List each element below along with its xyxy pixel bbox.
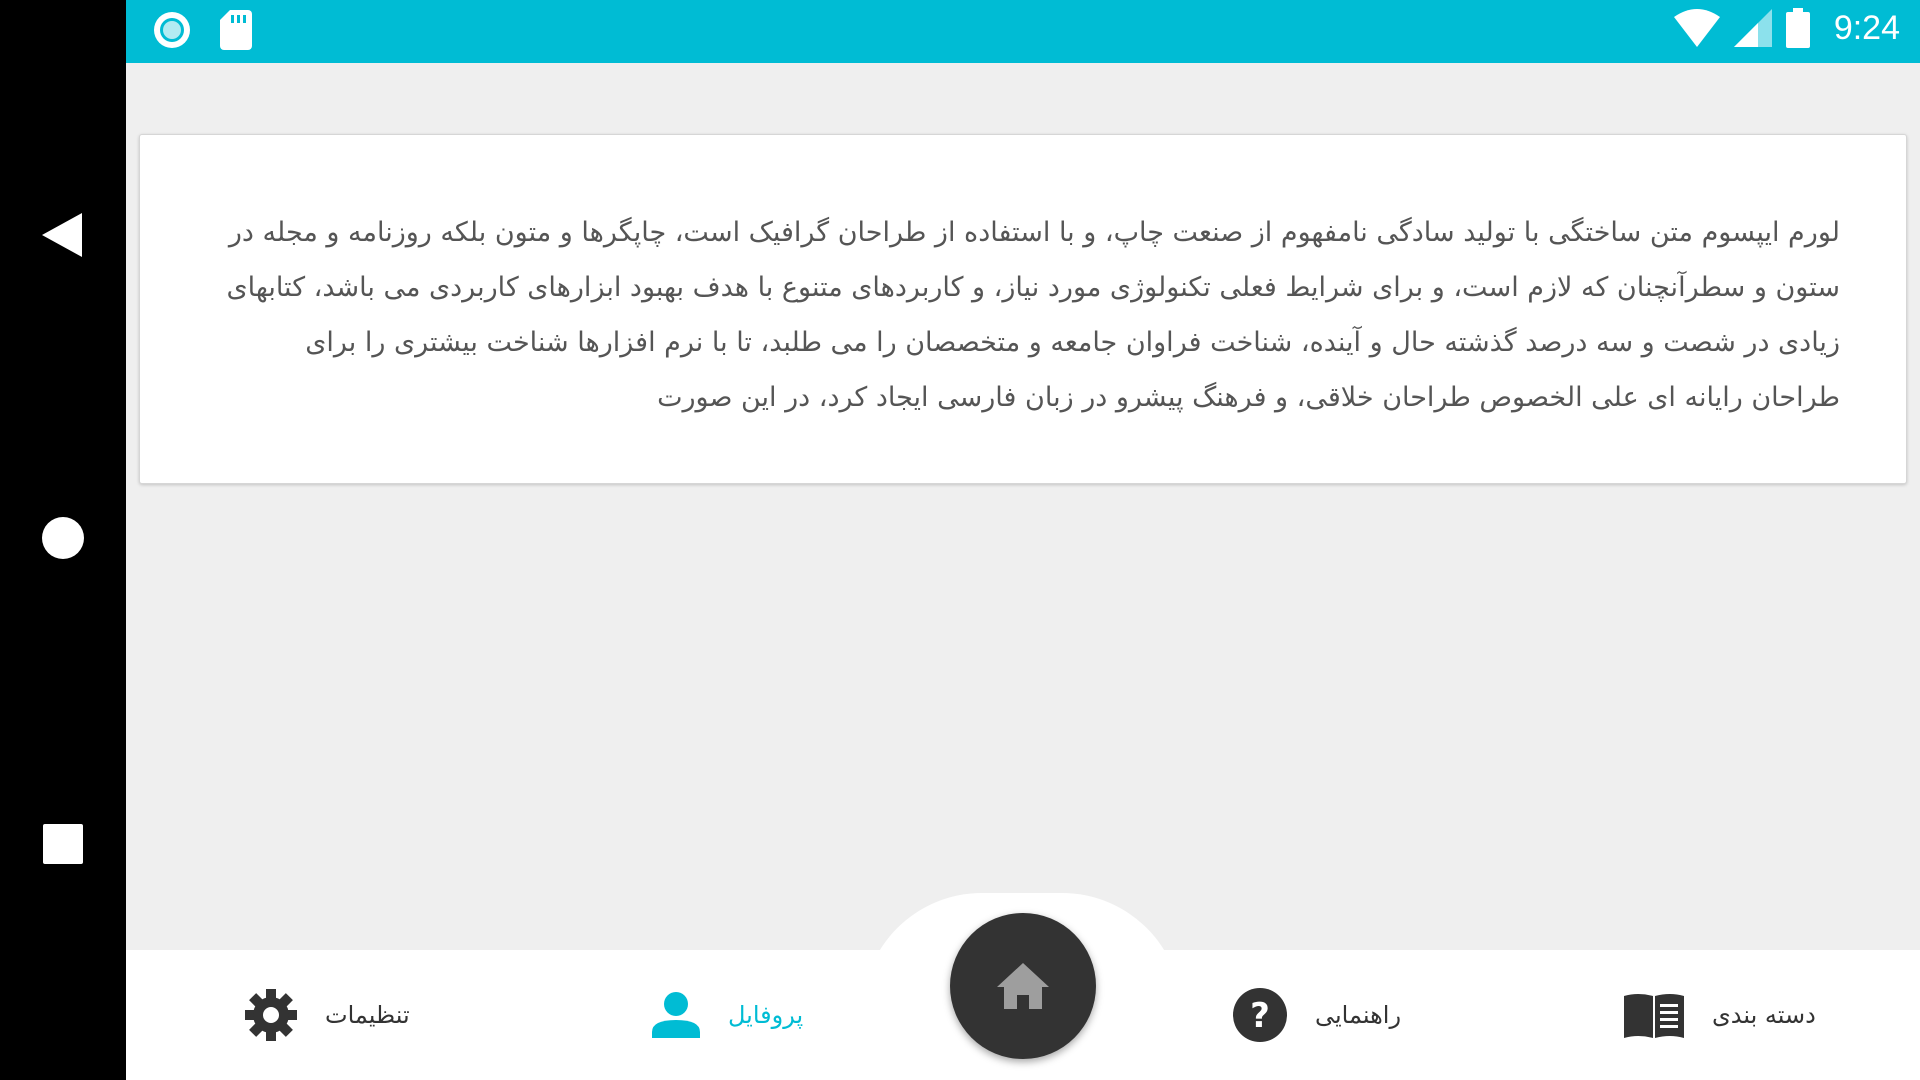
sync-circle-icon bbox=[154, 12, 190, 48]
system-home-button[interactable] bbox=[0, 508, 126, 568]
gear-icon bbox=[245, 989, 297, 1041]
content-card: لورم ایپسوم متن ساختگی با تولید سادگی نا… bbox=[139, 134, 1907, 484]
tab-profile-label: پروفایل bbox=[728, 1001, 804, 1029]
tab-settings-label: تنظیمات bbox=[325, 1001, 410, 1029]
svg-text:?: ? bbox=[1250, 996, 1270, 1036]
tab-guide-label: راهنمایی bbox=[1315, 1001, 1402, 1029]
sd-card-icon bbox=[220, 10, 252, 50]
card-paragraph: لورم ایپسوم متن ساختگی با تولید سادگی نا… bbox=[226, 217, 1840, 413]
person-icon bbox=[652, 992, 700, 1038]
tab-category-label: دسته بندی bbox=[1712, 1001, 1816, 1029]
back-icon bbox=[42, 213, 82, 257]
help-icon: ? bbox=[1233, 988, 1287, 1042]
tab-settings[interactable]: تنظیمات bbox=[245, 985, 410, 1045]
recents-button[interactable] bbox=[0, 814, 126, 874]
book-icon bbox=[1624, 994, 1684, 1038]
battery-icon bbox=[1785, 8, 1810, 48]
home-icon bbox=[997, 963, 1049, 1009]
tab-profile[interactable]: پروفایل bbox=[652, 985, 803, 1045]
wifi-icon bbox=[1673, 9, 1720, 47]
tab-category[interactable]: دسته بندی bbox=[1624, 985, 1816, 1045]
tab-guide[interactable]: ? راهنمایی bbox=[1233, 985, 1401, 1045]
back-button[interactable] bbox=[0, 205, 126, 265]
home-fab-button[interactable] bbox=[950, 913, 1096, 1059]
signal-icon bbox=[1733, 9, 1772, 47]
status-bar: 9:24 bbox=[126, 0, 1920, 63]
home-circle-icon bbox=[42, 517, 84, 559]
clock: 9:24 bbox=[1833, 8, 1900, 47]
recents-icon bbox=[43, 824, 83, 864]
system-navigation-bar bbox=[0, 0, 126, 1080]
